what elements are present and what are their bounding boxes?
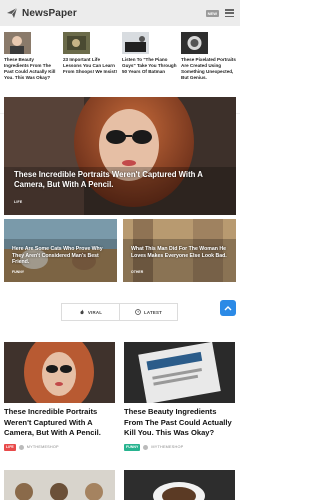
top-header: NewsPaper NEW bbox=[0, 0, 240, 26]
scroll-to-top-button[interactable] bbox=[220, 300, 236, 316]
strip-thumbnail bbox=[63, 32, 90, 54]
category-badge[interactable]: LIFE bbox=[4, 443, 16, 451]
menu-icon[interactable] bbox=[225, 9, 234, 17]
article-card[interactable]: These Beauty Ingredients From The Past C… bbox=[124, 342, 235, 451]
clock-icon bbox=[135, 309, 141, 315]
author-name[interactable]: MYTHEMESHOP bbox=[27, 445, 59, 449]
hero-image bbox=[4, 97, 236, 215]
flame-icon bbox=[80, 309, 84, 315]
article-card[interactable]: These Incredible Portraits Weren't Captu… bbox=[4, 342, 115, 451]
strip-title: These Pixelated Portraits Are Created Us… bbox=[181, 57, 236, 80]
mid-card-title: What This Man Did For The Woman He Loves… bbox=[131, 246, 227, 259]
strip-thumbnail bbox=[181, 32, 208, 54]
author-avatar bbox=[18, 444, 24, 450]
feed-tabs: VIRAL LATEST bbox=[61, 303, 178, 321]
author-avatar bbox=[143, 444, 149, 450]
strip-thumbnail bbox=[122, 32, 149, 54]
mid-article-card[interactable]: What This Man Did For The Woman He Loves… bbox=[123, 219, 236, 282]
strip-thumbnail bbox=[4, 32, 31, 54]
strip-title: 23 Important Life Lessons You Can Learn … bbox=[63, 57, 118, 74]
mid-card-tag[interactable]: FUNNY bbox=[12, 270, 24, 274]
category-badge[interactable]: FUNNY bbox=[124, 443, 141, 451]
hero-article[interactable]: These Incredible Portraits Weren't Captu… bbox=[4, 97, 236, 215]
author-name[interactable]: MYTHEMESHOP bbox=[151, 445, 183, 449]
next-article-image[interactable] bbox=[4, 470, 115, 500]
header-actions: NEW bbox=[205, 9, 234, 17]
new-badge: NEW bbox=[205, 9, 219, 17]
tab-viral-label: VIRAL bbox=[87, 309, 103, 315]
article-card-image bbox=[124, 342, 235, 403]
strip-title: These Beauty Ingredients From The Past C… bbox=[4, 57, 56, 80]
article-card-image bbox=[4, 342, 115, 403]
article-card-meta: FUNNY MYTHEMESHOP bbox=[124, 443, 235, 451]
site-logo[interactable]: NewsPaper bbox=[22, 8, 77, 19]
tab-latest[interactable]: LATEST bbox=[119, 304, 177, 320]
next-article-image[interactable] bbox=[124, 470, 235, 500]
mid-article-card[interactable]: Here Are Some Cats Who Prove Why They Ar… bbox=[4, 219, 117, 282]
article-card-title[interactable]: These Incredible Portraits Weren't Captu… bbox=[4, 407, 115, 439]
strip-title: Listen To "The Piano Guys" Take You Thro… bbox=[122, 57, 177, 74]
chevron-up-icon bbox=[224, 306, 232, 311]
article-card-title[interactable]: These Beauty Ingredients From The Past C… bbox=[124, 407, 235, 439]
logo-plane-icon bbox=[7, 7, 18, 18]
hero-title: These Incredible Portraits Weren't Captu… bbox=[14, 170, 203, 189]
hero-category-tag[interactable]: LIFE bbox=[14, 200, 22, 204]
tab-latest-label: LATEST bbox=[144, 309, 162, 315]
mid-card-tag[interactable]: OTHER bbox=[131, 270, 143, 274]
tab-viral[interactable]: VIRAL bbox=[62, 304, 119, 320]
article-card-meta: LIFE MYTHEMESHOP bbox=[4, 443, 115, 451]
mid-card-title: Here Are Some Cats Who Prove Why They Ar… bbox=[12, 246, 103, 266]
